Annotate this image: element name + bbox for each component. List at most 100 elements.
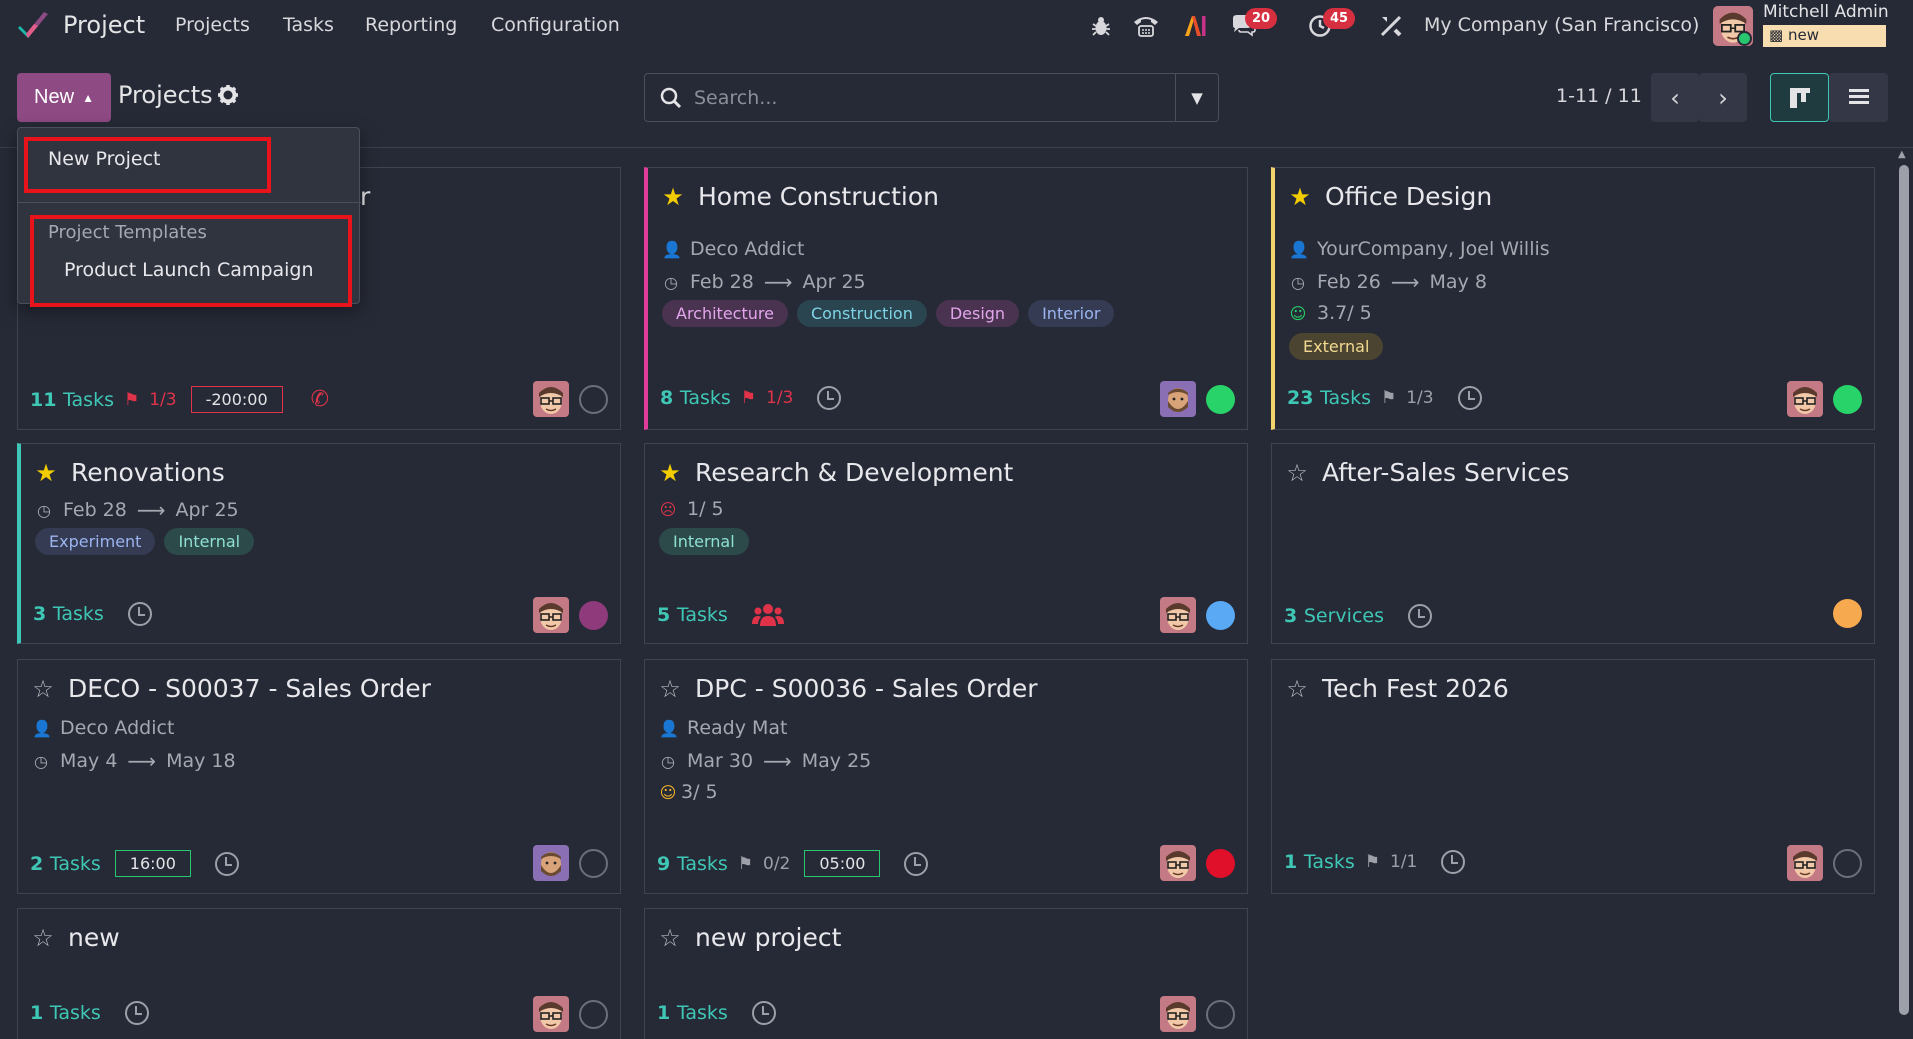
avatar[interactable] <box>1787 381 1823 417</box>
project-app-logo-icon[interactable] <box>16 10 50 42</box>
project-card[interactable]: ☆ new 1 Tasks <box>17 908 621 1039</box>
menu-configuration[interactable]: Configuration <box>491 14 620 36</box>
status-indicator[interactable] <box>1206 384 1235 414</box>
status-indicator[interactable] <box>1833 848 1862 878</box>
avatar[interactable] <box>533 845 569 881</box>
gear-icon[interactable] <box>217 84 239 112</box>
pager-value[interactable]: 1-11 / 11 <box>1556 85 1642 107</box>
project-card[interactable]: ☆ new project 1 Tasks <box>644 908 1248 1039</box>
avatar[interactable] <box>1160 597 1196 633</box>
tasks-count-link[interactable]: 11 Tasks <box>30 389 114 411</box>
activities-count-badge: 45 <box>1323 8 1356 29</box>
project-card[interactable]: ☆ DECO - S00037 - Sales Order 👤 Deco Addi… <box>17 659 621 894</box>
search-options-toggle[interactable]: ▼ <box>1175 74 1218 121</box>
scroll-thumb[interactable] <box>1899 165 1909 1015</box>
star-empty-icon[interactable]: ☆ <box>1284 675 1310 703</box>
tools-icon[interactable] <box>1377 12 1405 40</box>
card-title-partial: r <box>360 182 371 211</box>
tasks-label: Tasks <box>49 1002 101 1024</box>
pager-next-button[interactable]: › <box>1699 73 1747 122</box>
star-empty-icon[interactable]: ☆ <box>657 675 683 703</box>
services-count-link[interactable]: 3 Services <box>1284 605 1384 627</box>
scroll-up-arrow-icon[interactable]: ▲ <box>1898 149 1906 160</box>
tasks-count-link[interactable]: 2 Tasks <box>30 853 101 875</box>
status-indicator[interactable] <box>1833 599 1862 628</box>
project-card[interactable]: ★ Home Construction 👤 Deco Addict ◷ Feb 28… <box>644 167 1248 430</box>
avatar[interactable] <box>1160 845 1196 881</box>
end-date: Apr 25 <box>175 499 239 521</box>
status-indicator[interactable] <box>579 848 608 878</box>
status-indicator[interactable] <box>1833 384 1862 414</box>
activity-clock-icon[interactable] <box>904 851 929 876</box>
avatar[interactable] <box>1787 845 1823 881</box>
list-view-button[interactable] <box>1829 73 1888 122</box>
status-indicator[interactable] <box>579 384 608 414</box>
menu-tasks[interactable]: Tasks <box>283 14 334 36</box>
menu-reporting[interactable]: Reporting <box>365 14 457 36</box>
star-empty-icon[interactable]: ☆ <box>657 924 683 952</box>
tasks-count-link[interactable]: 5 Tasks <box>657 604 728 626</box>
avatar[interactable] <box>1160 381 1196 417</box>
search-input[interactable] <box>682 86 1175 109</box>
activity-clock-icon[interactable] <box>817 386 842 410</box>
activity-clock-icon[interactable] <box>751 1001 776 1025</box>
activity-clock-icon[interactable] <box>127 602 152 626</box>
pager-previous-button[interactable]: ‹ <box>1651 73 1699 122</box>
project-card[interactable]: ☆ Tech Fest 2026 1 Tasks ⚑ 1/1 <box>1271 659 1875 894</box>
avatar[interactable] <box>533 597 569 633</box>
phone-red-icon[interactable]: ✆ <box>311 387 329 412</box>
tasks-label: Tasks <box>1320 387 1371 409</box>
card-title: DPC - S00036 - Sales Order <box>695 674 1038 703</box>
star-empty-icon[interactable]: ☆ <box>1284 459 1310 487</box>
users-group-icon[interactable] <box>751 602 784 628</box>
end-date: May 8 <box>1429 271 1487 293</box>
status-indicator[interactable] <box>1206 999 1235 1029</box>
kanban-view-button[interactable] <box>1770 73 1829 122</box>
clock-icon: ◷ <box>661 751 675 771</box>
project-card[interactable]: ★ Renovations ◷ Feb 28 ⟶ Apr 25 Experiment … <box>17 443 621 644</box>
project-card[interactable]: ★ Research & Development ☹ 1/ 5 Internal … <box>644 443 1248 644</box>
tasks-count: 11 <box>30 388 57 411</box>
app-name[interactable]: Project <box>63 11 145 39</box>
start-date: Feb 28 <box>63 499 127 521</box>
phone-icon[interactable] <box>1132 12 1160 40</box>
project-card[interactable]: ☆ After-Sales Services 3 Services <box>1271 443 1875 644</box>
user-name[interactable]: Mitchell Admin <box>1763 2 1889 22</box>
tasks-count-link[interactable]: 1 Tasks <box>657 1002 728 1024</box>
activity-clock-icon[interactable] <box>1457 386 1482 410</box>
project-card[interactable]: ☆ DPC - S00036 - Sales Order 👤 Ready Mat … <box>644 659 1248 894</box>
activity-clock-icon[interactable] <box>1441 850 1466 874</box>
star-empty-icon[interactable]: ☆ <box>30 675 56 703</box>
activity-clock-icon[interactable] <box>124 1001 149 1025</box>
database-name: new <box>1787 26 1819 44</box>
star-empty-icon[interactable]: ☆ <box>30 924 56 952</box>
avatar[interactable] <box>533 996 569 1032</box>
tasks-count-link[interactable]: 9 Tasks <box>657 853 728 875</box>
milestone-count: 0/2 <box>763 853 791 874</box>
company-switcher[interactable]: My Company (San Francisco) <box>1424 14 1699 36</box>
ai-icon[interactable] <box>1182 12 1210 40</box>
star-favorite-icon[interactable]: ★ <box>1287 183 1313 211</box>
status-indicator[interactable] <box>1206 848 1235 878</box>
activity-clock-icon[interactable] <box>214 851 239 876</box>
project-card[interactable]: ★ Office Design 👤 YourCompany, Joel Willi… <box>1271 167 1875 430</box>
kanban-scrollbar[interactable]: ▲ <box>1895 149 1913 1039</box>
activity-clock-icon[interactable] <box>1407 604 1432 628</box>
star-favorite-icon[interactable]: ★ <box>33 459 59 487</box>
status-indicator[interactable] <box>579 600 608 630</box>
status-indicator[interactable] <box>579 999 608 1029</box>
tasks-count-link[interactable]: 8 Tasks <box>660 387 731 409</box>
new-button[interactable]: New ▲ <box>17 73 111 122</box>
bug-icon[interactable] <box>1087 12 1115 40</box>
star-favorite-icon[interactable]: ★ <box>660 183 686 211</box>
star-favorite-icon[interactable]: ★ <box>657 459 683 487</box>
tasks-count-link[interactable]: 1 Tasks <box>1284 851 1355 873</box>
tasks-count-link[interactable]: 3 Tasks <box>33 603 104 625</box>
avatar[interactable] <box>533 381 569 417</box>
tasks-count-link[interactable]: 1 Tasks <box>30 1002 101 1024</box>
avatar[interactable] <box>1160 996 1196 1032</box>
status-indicator[interactable] <box>1206 600 1235 630</box>
tasks-count-link[interactable]: 23 Tasks <box>1287 387 1371 409</box>
menu-projects[interactable]: Projects <box>175 14 250 36</box>
start-date: Feb 28 <box>690 271 754 293</box>
